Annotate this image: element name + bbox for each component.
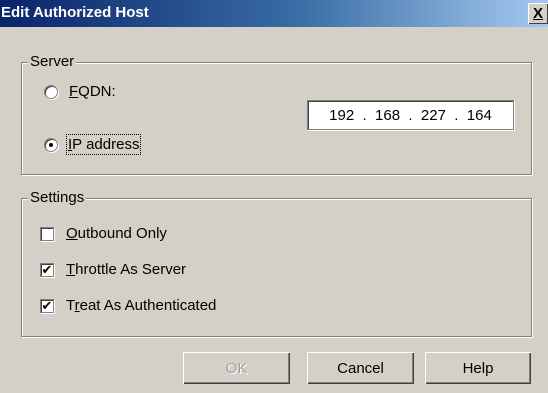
server-group-legend: Server	[28, 53, 77, 71]
title-bar[interactable]: Edit Authorized Host X	[0, 0, 548, 27]
ip-separator: .	[400, 106, 421, 124]
ip-octet-4[interactable]: 164	[467, 107, 492, 124]
ip-separator: .	[445, 106, 467, 124]
outbound-only-mnemonic: O	[66, 225, 78, 242]
ip-separator: .	[354, 106, 376, 124]
outbound-only-label-rest: utbound Only	[77, 225, 167, 242]
treat-as-authenticated-option[interactable]: ✔ Treat As Authenticated	[40, 297, 216, 314]
checkmark-icon: ✔	[41, 297, 53, 313]
window-title: Edit Authorized Host	[1, 4, 149, 21]
ok-button[interactable]: OK	[183, 352, 290, 384]
throttle-as-server-label: Throttle As Server	[66, 261, 186, 278]
fqdn-mnemonic: F	[69, 83, 79, 100]
throttle-as-server-checkbox[interactable]: ✔	[40, 261, 54, 277]
cancel-button[interactable]: Cancel	[307, 352, 414, 384]
outbound-only-option[interactable]: Outbound Only	[40, 225, 167, 242]
ip-address-field[interactable]: 192 . 168 . 227 . 164	[307, 100, 514, 130]
fqdn-radio-option[interactable]: FQDN:	[44, 83, 116, 100]
outbound-only-label: Outbound Only	[66, 225, 167, 242]
close-icon: X	[532, 5, 543, 22]
ip-address-label: IP address	[65, 134, 142, 155]
throttle-as-server-mnemonic: T	[66, 261, 76, 278]
ip-address-label-rest: P address	[72, 136, 140, 153]
fqdn-label: FQDN:	[69, 83, 116, 100]
help-button[interactable]: Help	[425, 352, 531, 384]
treat-as-authenticated-label-start: T	[66, 297, 75, 314]
ip-address-radio-option[interactable]: IP address	[44, 134, 142, 155]
fqdn-label-rest: QDN:	[78, 83, 116, 100]
ip-octet-3[interactable]: 227	[421, 107, 446, 124]
outbound-only-checkbox[interactable]	[40, 226, 54, 241]
treat-as-authenticated-label: Treat As Authenticated	[66, 297, 216, 314]
radio-selected-dot	[49, 142, 53, 147]
ip-octet-2[interactable]: 168	[375, 107, 400, 124]
treat-as-authenticated-checkbox[interactable]: ✔	[40, 297, 54, 313]
ip-address-radio[interactable]	[44, 137, 58, 152]
settings-group-legend: Settings	[28, 189, 87, 207]
treat-as-authenticated-label-rest: eat As Authenticated	[79, 297, 217, 314]
close-button[interactable]: X	[528, 3, 548, 24]
fqdn-radio[interactable]	[44, 84, 58, 99]
checkmark-icon: ✔	[41, 261, 53, 277]
throttle-as-server-label-rest: hrottle As Server	[75, 261, 187, 278]
throttle-as-server-option[interactable]: ✔ Throttle As Server	[40, 261, 186, 278]
ip-octet-1[interactable]: 192	[329, 107, 354, 124]
